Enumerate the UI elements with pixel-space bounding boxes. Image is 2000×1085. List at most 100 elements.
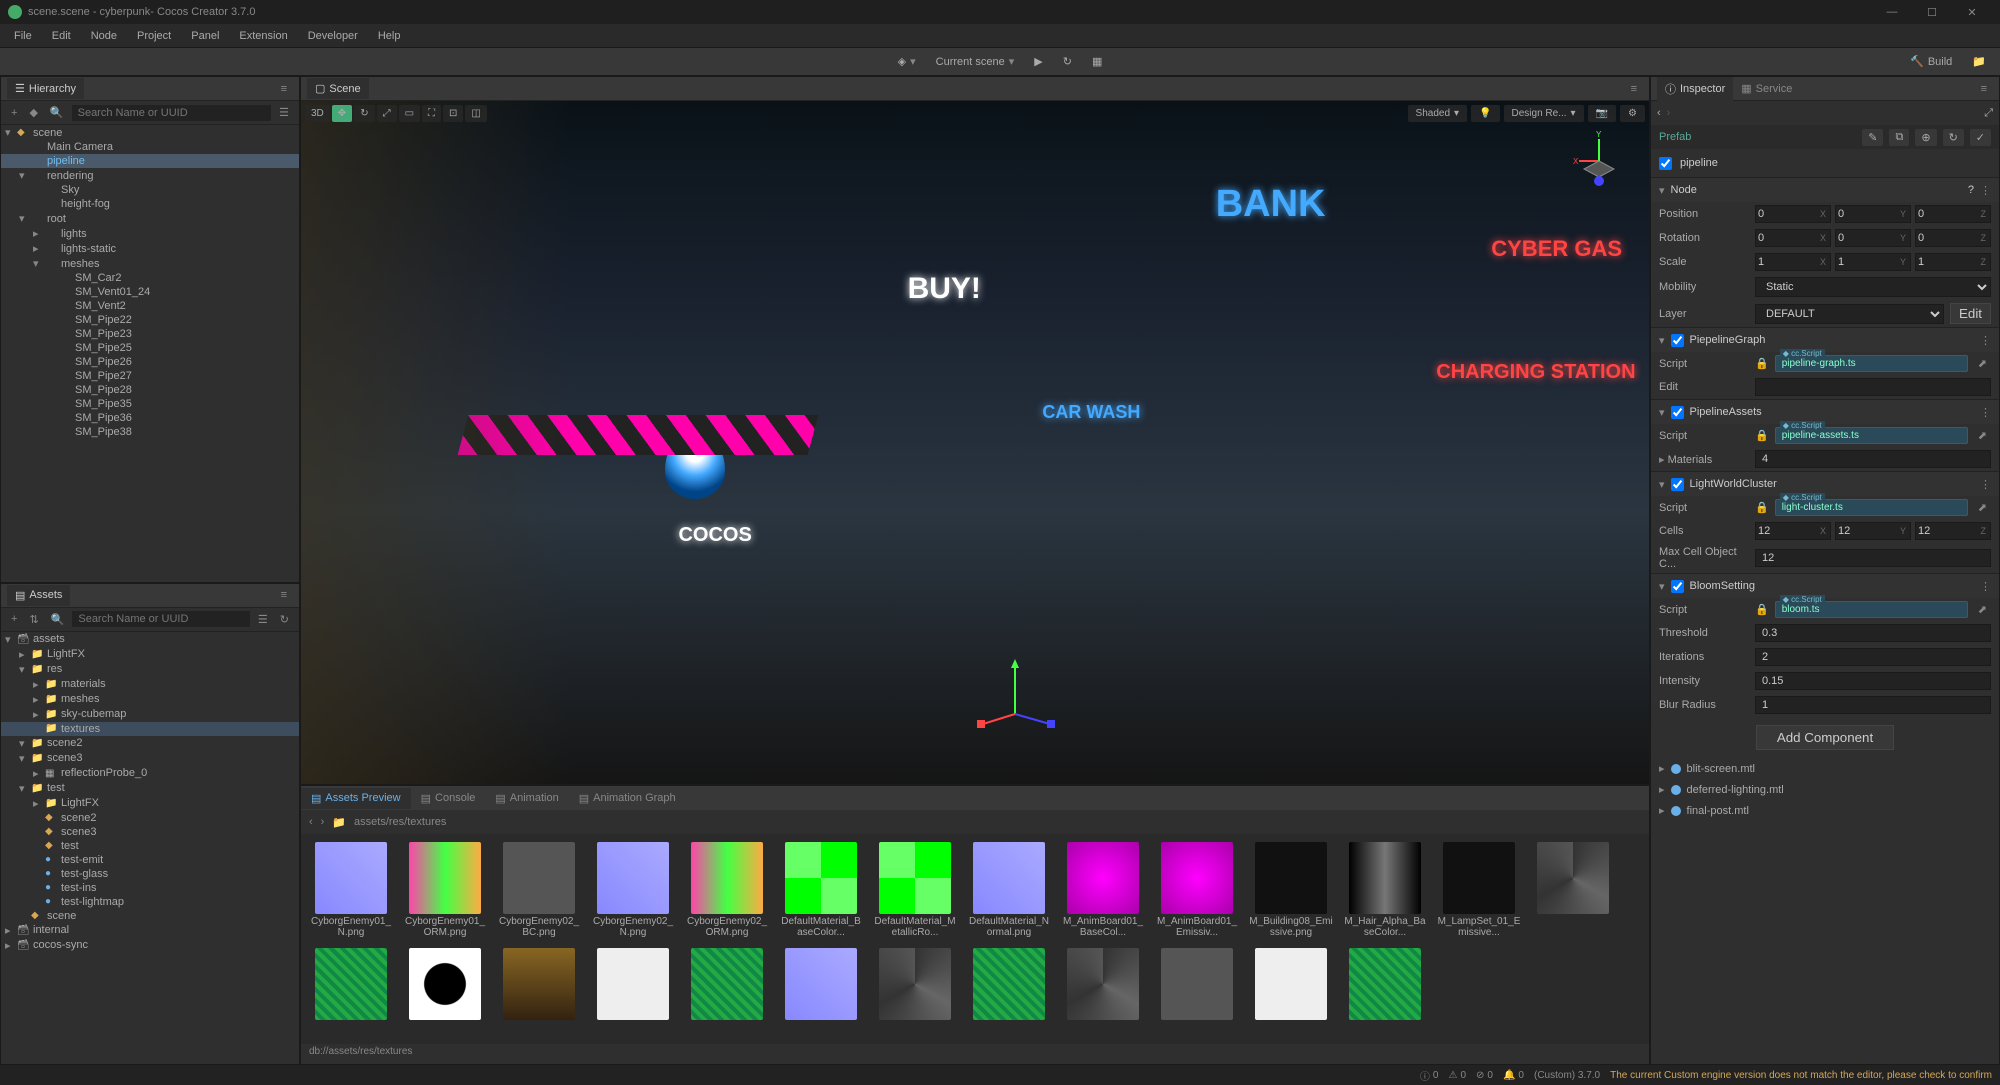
panel-menu-icon[interactable]: ≡ <box>275 81 293 97</box>
menu-file[interactable]: File <box>4 26 42 46</box>
scale-z-input[interactable] <box>1916 254 1977 270</box>
scene-tab[interactable]: ▢Scene <box>307 78 369 99</box>
prefab-revert-button[interactable]: ↻ <box>1943 129 1964 146</box>
asset-node[interactable]: ▾📁scene2 <box>1 736 299 751</box>
node-section-header[interactable]: ▾Node ? ⋮ <box>1651 178 1999 202</box>
asset-node[interactable]: ▸🗃internal <box>1 923 299 938</box>
mode-3d-button[interactable]: 3D <box>305 105 330 122</box>
assets-search-input[interactable] <box>72 611 250 627</box>
settings-button[interactable]: ⚙ <box>1620 105 1645 122</box>
asset-node[interactable]: 📁textures <box>1 722 299 736</box>
component-menu-icon[interactable]: ⋮ <box>1980 478 1991 491</box>
maximize-button[interactable]: ☐ <box>1912 0 1952 24</box>
material-row[interactable]: ▸final-post.mtl <box>1651 800 1999 821</box>
asset-node[interactable]: ●test-emit <box>1 853 299 867</box>
asset-node[interactable]: ▸▦reflectionProbe_0 <box>1 766 299 781</box>
expand-script-icon[interactable]: ⬈ <box>1974 501 1991 514</box>
asset-cell[interactable] <box>967 948 1051 1022</box>
node-active-checkbox[interactable] <box>1659 157 1672 170</box>
hierarchy-node[interactable]: ▸lights <box>1 226 299 241</box>
rotation-y-input[interactable] <box>1836 230 1896 246</box>
asset-node[interactable]: ▾🗃assets <box>1 632 299 647</box>
asset-cell[interactable]: DefaultMaterial_Normal.png <box>967 842 1051 938</box>
breadcrumb-path[interactable]: assets/res/textures <box>354 816 446 828</box>
asset-node[interactable]: ◆scene2 <box>1 811 299 825</box>
menu-node[interactable]: Node <box>81 26 127 46</box>
rotation-z-input[interactable] <box>1916 230 1977 246</box>
asset-cell[interactable] <box>685 948 769 1022</box>
prop-input[interactable] <box>1755 378 1991 396</box>
hierarchy-node[interactable]: ▾root <box>1 211 299 226</box>
asset-node[interactable]: ▸📁LightFX <box>1 796 299 811</box>
sort-button[interactable]: ⇅ <box>25 611 42 628</box>
gizmo-dropdown[interactable]: ◈ ▾ <box>892 53 922 70</box>
scale-tool[interactable]: ⤢ <box>377 105 397 122</box>
prop-input[interactable] <box>1755 624 1991 642</box>
asset-node[interactable]: ◆scene3 <box>1 825 299 839</box>
asset-cell[interactable] <box>403 948 487 1022</box>
prefab-locate-button[interactable]: ⊕ <box>1915 129 1936 146</box>
asset-node[interactable]: ▸📁materials <box>1 677 299 692</box>
hierarchy-node[interactable]: ▾◆scene <box>1 125 299 140</box>
hierarchy-node[interactable]: ▾rendering <box>1 168 299 183</box>
asset-cell[interactable]: CyborgEnemy02_N.png <box>591 842 675 938</box>
menu-project[interactable]: Project <box>127 26 181 46</box>
list-icon[interactable]: ☰ <box>275 104 293 121</box>
position-y-input[interactable] <box>1836 206 1896 222</box>
assets-tab[interactable]: ▤Assets <box>7 585 70 606</box>
asset-cell[interactable]: M_LampSet_01_Emissive... <box>1437 842 1521 938</box>
asset-cell[interactable]: M_AnimBoard01_BaseCol... <box>1061 842 1145 938</box>
material-row[interactable]: ▸deferred-lighting.mtl <box>1651 779 1999 800</box>
component-enabled-checkbox[interactable] <box>1671 580 1684 593</box>
asset-node[interactable]: ▸🗃cocos-sync <box>1 938 299 953</box>
asset-cell[interactable] <box>1531 842 1615 938</box>
notification-count[interactable]: 🔔 0 <box>1503 1070 1524 1081</box>
asset-node[interactable]: ▸📁sky-cubemap <box>1 707 299 722</box>
component-header[interactable]: ▾ LightWorldCluster⋮ <box>1651 472 1999 496</box>
scale-y-input[interactable] <box>1836 254 1896 270</box>
scene-dropdown[interactable]: Current scene ▾ <box>930 53 1021 70</box>
build-button[interactable]: 🔨 Build <box>1904 53 1958 70</box>
prop-input[interactable] <box>1755 672 1991 690</box>
material-row[interactable]: ▸blit-screen.mtl <box>1651 758 1999 779</box>
asset-cell[interactable]: M_AnimBoard01_Emissiv... <box>1155 842 1239 938</box>
hierarchy-node[interactable]: ▾meshes <box>1 256 299 271</box>
hierarchy-node[interactable]: height-fog <box>1 197 299 211</box>
add-component-button[interactable]: Add Component <box>1756 725 1894 750</box>
component-header[interactable]: ▾ BloomSetting⋮ <box>1651 574 1999 598</box>
light-toggle[interactable]: 💡 <box>1471 105 1499 122</box>
asset-cell[interactable] <box>1343 948 1427 1022</box>
prop-input[interactable] <box>1755 696 1991 714</box>
hierarchy-node[interactable]: SM_Pipe25 <box>1 341 299 355</box>
hierarchy-node[interactable]: Main Camera <box>1 140 299 154</box>
expand-script-icon[interactable]: ⬈ <box>1974 357 1991 370</box>
bottom-tab-console[interactable]: ▤Console <box>411 788 486 809</box>
component-enabled-checkbox[interactable] <box>1671 334 1684 347</box>
asset-node[interactable]: ◆scene <box>1 909 299 923</box>
asset-node[interactable]: ▸📁meshes <box>1 692 299 707</box>
asset-cell[interactable]: DefaultMaterial_BaseColor... <box>779 842 863 938</box>
component-header[interactable]: ▾ PipelineAssets⋮ <box>1651 400 1999 424</box>
play-button[interactable]: ▶ <box>1028 53 1048 70</box>
asset-cell[interactable]: M_Hair_Alpha_BaseColor... <box>1343 842 1427 938</box>
menu-help[interactable]: Help <box>368 26 411 46</box>
asset-cell[interactable] <box>309 948 393 1022</box>
mobility-select[interactable]: Static <box>1755 277 1991 297</box>
asset-cell[interactable]: CyborgEnemy01_ORM.png <box>403 842 487 938</box>
cells-z[interactable] <box>1916 523 1977 539</box>
hierarchy-node[interactable]: SM_Car2 <box>1 271 299 285</box>
panel-menu-icon[interactable]: ≡ <box>275 587 293 603</box>
rotation-x-input[interactable] <box>1756 230 1816 246</box>
hierarchy-node[interactable]: SM_Pipe28 <box>1 383 299 397</box>
error-count[interactable]: ⊘ 0 <box>1476 1070 1493 1081</box>
history-forward-button[interactable]: › <box>1667 107 1671 119</box>
scale-x-input[interactable] <box>1756 254 1816 270</box>
asset-cell[interactable] <box>1061 948 1145 1022</box>
hierarchy-node[interactable]: SM_Vent2 <box>1 299 299 313</box>
hierarchy-node[interactable]: SM_Vent01_24 <box>1 285 299 299</box>
rect-tool[interactable]: ▭ <box>399 105 420 122</box>
prefab-unlink-button[interactable]: ⧉ <box>1889 129 1909 146</box>
asset-node[interactable]: ▸📁LightFX <box>1 647 299 662</box>
hierarchy-node[interactable]: pipeline <box>1 154 299 168</box>
asset-cell[interactable]: M_Building08_Emissive.png <box>1249 842 1333 938</box>
